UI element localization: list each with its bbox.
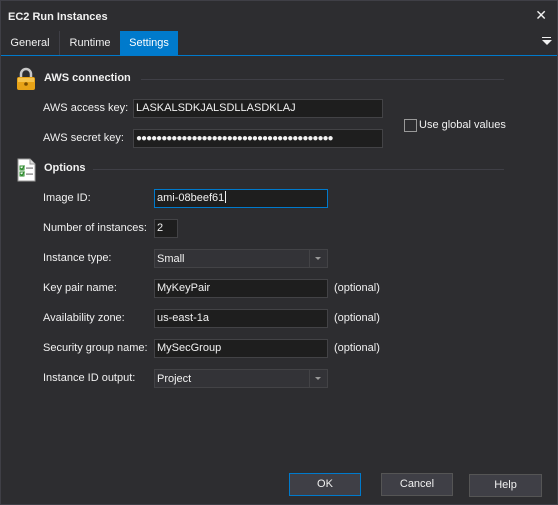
section-title-aws-connection: AWS connection: [44, 72, 131, 84]
availability-zone-optional-text: (optional): [334, 312, 380, 324]
access-key-label: AWS access key:: [43, 102, 129, 114]
dialog-window: EC2 Run Instances ✕ General Runtime Sett…: [0, 0, 558, 505]
key-pair-input[interactable]: MyKeyPair: [154, 279, 328, 298]
tab-runtime[interactable]: Runtime: [60, 31, 120, 55]
instance-type-select[interactable]: Small: [154, 249, 328, 268]
key-pair-optional-text: (optional): [334, 282, 380, 294]
tab-settings[interactable]: Settings: [120, 31, 178, 55]
availability-zone-input[interactable]: us-east-1a: [154, 309, 328, 328]
image-id-label: Image ID:: [43, 192, 91, 204]
access-key-input[interactable]: LASKALSDKJALSDLLASDKLAJ: [133, 99, 383, 118]
section-divider: [93, 169, 504, 170]
close-icon[interactable]: ✕: [535, 7, 547, 24]
instance-type-label: Instance type:: [43, 252, 112, 264]
title-bar: EC2 Run Instances ✕: [1, 1, 557, 31]
image-id-input[interactable]: ami-08beef61: [154, 189, 328, 208]
tab-general[interactable]: General: [1, 31, 59, 55]
use-global-values-label[interactable]: Use global values: [419, 119, 506, 131]
tab-bar: General Runtime Settings: [1, 31, 557, 56]
instance-type-value: Small: [157, 253, 185, 265]
ok-button[interactable]: OK: [289, 473, 361, 496]
tab-menu-icon[interactable]: [541, 35, 553, 49]
instance-id-output-label: Instance ID output:: [43, 372, 136, 384]
checklist-icon: [15, 158, 39, 182]
use-global-values-checkbox[interactable]: [404, 119, 417, 132]
instance-id-output-value: Project: [157, 373, 192, 385]
secret-key-label: AWS secret key:: [43, 132, 124, 144]
lock-icon: [15, 67, 39, 91]
section-divider: [141, 79, 504, 80]
num-instances-label: Number of instances:: [43, 222, 147, 234]
security-group-optional-text: (optional): [334, 342, 380, 354]
text-cursor: [225, 191, 227, 203]
cancel-button[interactable]: Cancel: [381, 473, 453, 496]
instance-id-output-select[interactable]: Project: [154, 369, 328, 388]
help-button[interactable]: Help: [469, 474, 542, 497]
security-group-label: Security group name:: [43, 342, 148, 354]
availability-zone-label: Availability zone:: [43, 312, 125, 324]
chevron-down-icon[interactable]: [309, 370, 327, 387]
image-id-value: ami-08beef61: [157, 192, 225, 204]
chevron-down-icon[interactable]: [309, 250, 327, 267]
num-instances-input[interactable]: 2: [154, 219, 178, 238]
secret-key-input[interactable]: ●●●●●●●●●●●●●●●●●●●●●●●●●●●●●●●●●●●●●●●: [133, 129, 383, 148]
security-group-input[interactable]: MySecGroup: [154, 339, 328, 358]
key-pair-label: Key pair name:: [43, 282, 117, 294]
section-title-options: Options: [44, 162, 86, 174]
window-title: EC2 Run Instances: [8, 11, 108, 23]
